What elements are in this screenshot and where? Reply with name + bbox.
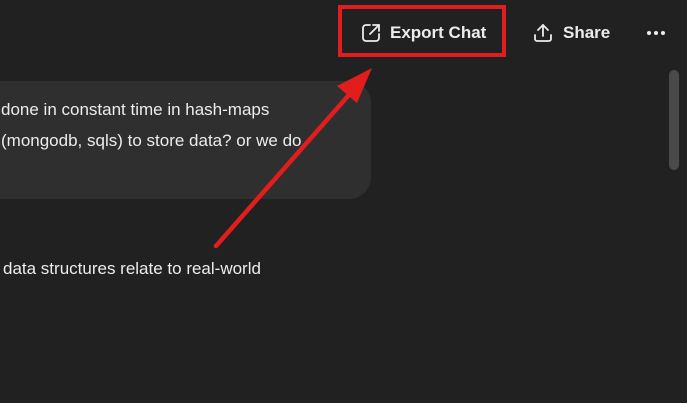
user-message-line: (mongodb, sqls) to store data? or we do <box>1 131 302 150</box>
share-button[interactable]: Share <box>528 14 610 52</box>
assistant-message-text: data structures relate to real-world <box>3 259 261 278</box>
upload-icon <box>532 22 554 44</box>
scrollbar-thumb[interactable] <box>669 70 679 170</box>
annotation-highlight-box <box>338 5 506 57</box>
ellipsis-icon <box>646 30 666 36</box>
share-label: Share <box>563 23 611 42</box>
annotation-arrow <box>213 68 372 249</box>
more-options-button[interactable] <box>640 14 672 52</box>
chat-page: Export Chat Share done in constant time … <box>0 0 687 403</box>
user-message-line: done in constant time in hash-maps <box>1 100 270 119</box>
